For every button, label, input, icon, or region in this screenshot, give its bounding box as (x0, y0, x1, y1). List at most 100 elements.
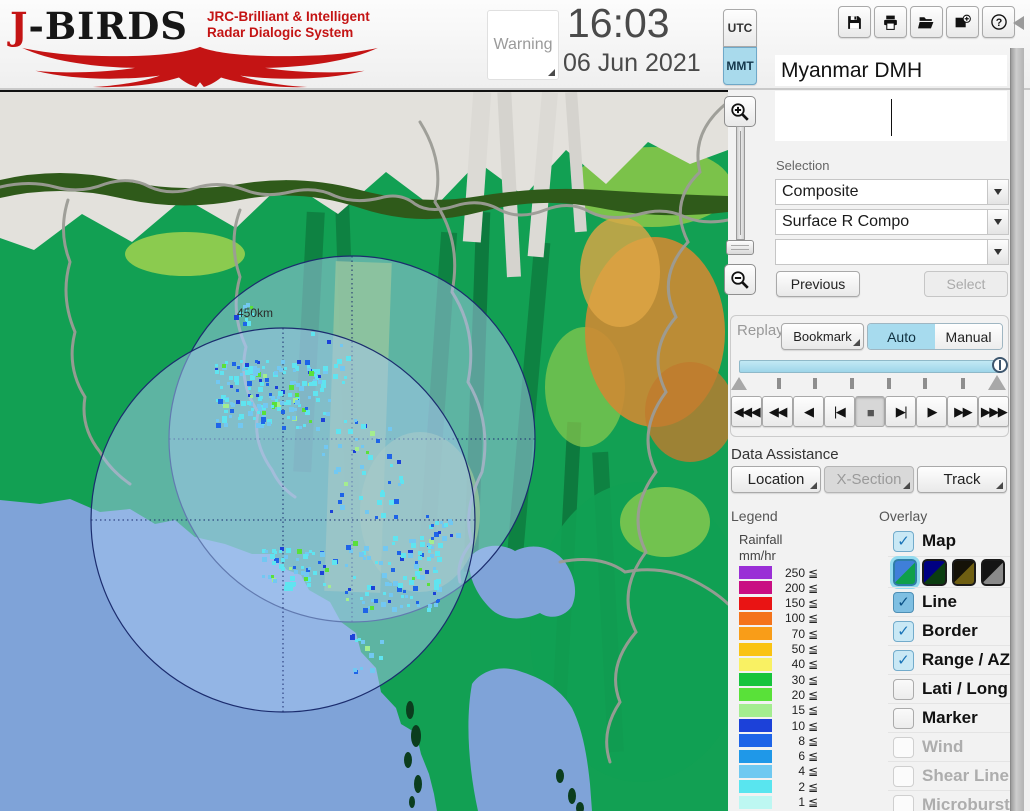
rain-echo-pixel (364, 546, 369, 551)
collapse-panel-arrow-icon[interactable] (1013, 16, 1024, 30)
legend-value: 50 (791, 642, 805, 656)
data-assistance-location-button[interactable]: Location (731, 466, 821, 493)
timezone-mmt-button[interactable]: MMT (723, 47, 757, 85)
map-zoom-in-button[interactable] (724, 96, 756, 127)
rain-echo-pixel (269, 393, 272, 396)
checkbox-map[interactable]: ✓ (893, 530, 914, 552)
help-button[interactable]: ? (982, 6, 1015, 38)
playback-rewind-button[interactable]: ◀◀ (761, 396, 793, 427)
playback-forward-button[interactable]: ▶▶ (947, 396, 979, 427)
legend-label: Legend (731, 508, 778, 524)
legend-entry: 10 ≦ (739, 719, 818, 733)
timezone-utc-button[interactable]: UTC (723, 9, 757, 47)
rain-echo-pixel (379, 561, 383, 565)
rain-echo-pixel (397, 551, 401, 555)
rain-echo-pixel (263, 374, 267, 378)
selection-dropdown-extra[interactable] (775, 239, 1009, 265)
rain-echo-pixel (409, 580, 414, 585)
checkbox-marker[interactable] (893, 707, 914, 729)
rain-echo-pixel (365, 592, 369, 596)
map-style-swatch-4[interactable] (980, 558, 1005, 586)
rain-echo-pixel (334, 470, 338, 474)
rain-echo-pixel (427, 557, 431, 561)
rain-echo-pixel (340, 344, 343, 347)
rain-echo-pixel (318, 561, 321, 564)
rain-echo-pixel (304, 572, 309, 577)
legend-unit-1: Rainfall (739, 532, 783, 547)
bookmark-button[interactable]: Bookmark (781, 323, 864, 350)
clock-time: 16:03 (567, 0, 670, 46)
replay-slider-handle[interactable] (992, 357, 1008, 373)
message-display-box[interactable] (775, 91, 1007, 141)
rain-echo-pixel (312, 552, 315, 555)
rain-echo-pixel (286, 400, 291, 405)
rain-echo-pixel (394, 499, 399, 504)
panel-scrollbar[interactable] (1010, 48, 1024, 811)
less-equal-icon: ≦ (808, 580, 819, 595)
data-assistance-x-section-button[interactable]: X-Section (824, 466, 914, 493)
save-button[interactable] (838, 6, 871, 38)
rain-echo-pixel (304, 577, 308, 581)
rain-echo-pixel (437, 599, 440, 602)
playback-step-back-button[interactable]: |◀ (823, 396, 855, 427)
rain-echo-pixel (318, 380, 322, 384)
checkbox-line[interactable]: ✓ (893, 591, 914, 613)
replay-auto-button[interactable]: Auto (868, 324, 935, 349)
open-file-button[interactable] (910, 6, 943, 38)
replay-label: Replay (737, 322, 784, 339)
playback-play-button[interactable]: ▶ (916, 396, 948, 427)
rain-echo-pixel (435, 570, 438, 573)
rain-echo-pixel (229, 376, 233, 380)
dropdown-arrow-icon[interactable] (987, 240, 1008, 264)
rain-echo-pixel (309, 382, 313, 386)
map-style-swatch-2[interactable] (922, 558, 947, 586)
rain-echo-pixel (284, 586, 289, 591)
rain-echo-pixel (216, 380, 220, 384)
legend-color-swatch (739, 749, 772, 763)
rain-echo-pixel (299, 386, 304, 391)
playback-fast-rewind-button[interactable]: ◀◀◀ (731, 396, 762, 427)
warning-button[interactable]: Warning (487, 10, 559, 80)
checkbox-border[interactable]: ✓ (893, 620, 914, 642)
replay-manual-button[interactable]: Manual (935, 324, 1002, 349)
checkbox-lati-long[interactable] (893, 678, 914, 700)
playback-stop-button[interactable]: ■ (854, 396, 886, 427)
rain-echo-pixel (367, 556, 371, 560)
overlay-item-label: Range / AZ (921, 650, 1010, 669)
select-button[interactable]: Select (924, 271, 1008, 297)
rain-echo-pixel (353, 668, 357, 672)
less-equal-icon: ≦ (808, 703, 819, 718)
map-zoom-slider-handle[interactable] (726, 240, 754, 255)
map-style-swatch-3[interactable] (951, 558, 976, 586)
rain-echo-pixel (428, 550, 431, 553)
rain-echo-pixel (289, 567, 292, 570)
capture-button[interactable] (946, 6, 979, 38)
rain-echo-pixel (393, 536, 398, 541)
playback-step-forward-button[interactable]: ▶| (885, 396, 917, 427)
playback-fast-forward-button[interactable]: ▶▶▶ (978, 396, 1010, 427)
replay-range-start-marker[interactable] (731, 377, 747, 390)
radar-map-canvas[interactable]: 450km (0, 90, 728, 811)
rain-echo-pixel (220, 371, 224, 375)
replay-range-end-marker[interactable] (988, 375, 1006, 390)
checkbox-range-az[interactable]: ✓ (893, 649, 914, 671)
map-style-swatch-1[interactable] (893, 558, 918, 586)
selection-dropdown-category[interactable]: Composite (775, 179, 1009, 205)
rain-echo-pixel (392, 542, 395, 545)
map-zoom-slider-track[interactable] (736, 126, 745, 240)
rain-echo-pixel (290, 381, 294, 385)
rain-echo-pixel (400, 605, 403, 608)
previous-button[interactable]: Previous (776, 271, 860, 297)
rain-echo-pixel (297, 549, 302, 554)
checkbox-shear-line (893, 765, 914, 787)
print-button[interactable] (874, 6, 907, 38)
data-assistance-track-button[interactable]: Track (917, 466, 1007, 493)
replay-slider-track[interactable] (739, 360, 1001, 373)
selection-dropdown-product[interactable]: Surface R Compo (775, 209, 1009, 235)
rain-echo-pixel (418, 551, 422, 555)
dropdown-arrow-icon[interactable] (987, 210, 1008, 234)
playback-reverse-play-button[interactable]: ◀ (792, 396, 824, 427)
dropdown-arrow-icon[interactable] (987, 180, 1008, 204)
zoom-out-icon (731, 270, 749, 289)
map-zoom-out-button[interactable] (724, 264, 756, 295)
